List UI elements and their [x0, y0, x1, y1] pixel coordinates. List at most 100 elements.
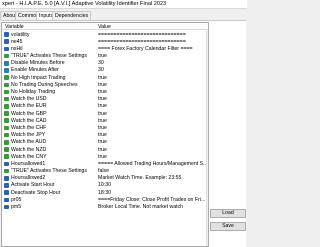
bool-type-icon — [4, 104, 9, 109]
variable-name: Enable Minutes After — [11, 67, 59, 74]
variable-value[interactable]: true — [98, 125, 206, 131]
scrollbar-thumb[interactable] — [207, 40, 208, 200]
number-type-icon — [4, 68, 9, 73]
variable-name: Activate Start Hour — [11, 182, 55, 189]
string-type-icon — [4, 197, 9, 203]
variable-value[interactable]: true — [98, 75, 206, 81]
load-button[interactable]: Load — [210, 209, 246, 218]
variable-name: Watch the USD — [11, 96, 47, 103]
table-row[interactable]: Disable Minutes Before 30 — [2, 60, 208, 67]
variable-name: Deactivate Stop Hour — [11, 189, 61, 196]
bool-type-icon — [4, 154, 9, 159]
variable-name: pm5 — [11, 204, 22, 210]
table-row[interactable]: No High Impact Trading true — [2, 74, 208, 81]
string-type-icon — [4, 161, 9, 167]
string-type-icon — [4, 175, 9, 181]
table-row[interactable]: Watch the NZD true — [2, 146, 208, 153]
bool-type-icon — [4, 96, 9, 102]
table-row[interactable]: Watch the CHF true — [2, 124, 208, 131]
variable-name: "TRUE" Activates These Settings — [11, 168, 87, 175]
variable-value[interactable]: ============================= — [98, 32, 206, 38]
title-bar: xpert - H.I.A.P.E. 5.0 [A.V.I.] Adaptive… — [0, 0, 247, 9]
string-type-icon — [4, 32, 9, 37]
table-row[interactable]: No Holiday Trading true — [2, 89, 208, 96]
variable-value[interactable]: ====Friday Close: Close Profit Trades on… — [98, 197, 206, 203]
variable-column-header[interactable]: Variable — [5, 24, 24, 30]
number-type-icon — [4, 60, 9, 66]
grid-rows: volatility ============================= n… — [2, 31, 208, 211]
table-row[interactable]: Watch the GBP true — [2, 110, 208, 117]
variable-value[interactable]: true — [98, 53, 206, 59]
variable-value[interactable]: true — [98, 139, 206, 145]
variable-value[interactable]: true — [98, 147, 206, 153]
variable-value[interactable]: true — [98, 132, 206, 138]
variable-value[interactable]: true — [98, 118, 206, 124]
variable-value[interactable]: 18:30 — [98, 190, 206, 196]
variable-name: volatility — [11, 31, 30, 38]
inputs-grid: Variable Value volatility ===============… — [1, 22, 209, 247]
string-type-icon — [4, 46, 9, 52]
bool-type-icon — [4, 75, 9, 80]
variable-value[interactable]: true — [98, 111, 206, 117]
variable-name: Watch the CAD — [11, 117, 47, 124]
table-row[interactable]: "TRUE" Activates These Settings false — [2, 168, 208, 175]
bool-type-icon — [4, 125, 9, 131]
table-row[interactable]: Watch the CAD true — [2, 117, 208, 124]
variable-value[interactable]: 30 — [98, 67, 206, 73]
variable-value[interactable]: ===== Allowed Trading Hours/Management S… — [98, 161, 206, 167]
variable-value[interactable]: 30 — [98, 60, 206, 66]
variable-name: Disable Minutes Before — [11, 60, 65, 67]
variable-value[interactable]: ============================= — [98, 39, 206, 45]
table-row[interactable]: volatility ============================= — [2, 31, 208, 38]
variable-name: Watch the CNY — [11, 153, 47, 160]
variable-value[interactable]: Market Watch Time. Example: 23:55 — [98, 175, 206, 181]
table-row[interactable]: pr05 ====Friday Close: Close Profit Trade… — [2, 196, 208, 203]
vertical-scrollbar[interactable] — [206, 30, 208, 246]
tab-dependencies[interactable]: Dependencies — [52, 11, 92, 20]
variable-value[interactable]: 10:30 — [98, 182, 206, 188]
bool-type-icon — [4, 168, 9, 174]
variable-name: pr05 — [11, 196, 22, 203]
window-title: xpert - H.I.A.P.E. 5.0 [A.V.I.] Adaptive… — [2, 1, 167, 7]
variable-name: ne45 — [11, 38, 23, 45]
table-row[interactable]: Activate Start Hour 10:30 — [2, 182, 208, 189]
table-row[interactable]: pm5 Broker Local Time. Not market watch — [2, 204, 208, 211]
bool-type-icon — [4, 53, 9, 59]
bool-type-icon — [4, 89, 9, 95]
table-row[interactable]: "TRUE" Activates These Settings true — [2, 53, 208, 60]
variable-name: Watch the EUR — [11, 103, 47, 110]
table-row[interactable]: Watch the USD true — [2, 96, 208, 103]
variable-name: No High Impact Trading — [11, 74, 66, 81]
table-row[interactable]: ne45 ============================= — [2, 38, 208, 45]
variable-value[interactable]: ==== Forex Factory Calendar Filter ==== — [98, 46, 206, 52]
variable-name: Watch the GBP — [11, 110, 47, 117]
variable-value[interactable]: true — [98, 96, 206, 102]
value-column-header[interactable]: Value — [98, 24, 111, 30]
table-row[interactable]: Watch the AUD true — [2, 139, 208, 146]
table-row[interactable]: Watch the CNY true — [2, 153, 208, 160]
table-row[interactable]: Watch the JPY true — [2, 132, 208, 139]
variable-value[interactable]: true — [98, 82, 206, 88]
table-row[interactable]: Hoursallowed2 Market Watch Time. Example:… — [2, 175, 208, 182]
variable-name: No Trading During Speeches — [11, 81, 78, 88]
table-row[interactable]: Deactivate Stop Hour 18:30 — [2, 189, 208, 196]
variable-name: Watch the NZD — [11, 146, 47, 153]
variable-name: Watch the CHF — [11, 124, 47, 131]
table-row[interactable]: nsHil ==== Forex Factory Calendar Filter … — [2, 45, 208, 52]
variable-name: Hoursallowed2 — [11, 175, 46, 182]
variable-name: Watch the JPY — [11, 132, 46, 139]
string-type-icon — [4, 39, 9, 44]
variable-value[interactable]: true — [98, 154, 206, 160]
table-row[interactable]: Watch the EUR true — [2, 103, 208, 110]
variable-name: Watch the AUD — [11, 139, 47, 146]
variable-value[interactable]: true — [98, 103, 206, 109]
bool-type-icon — [4, 132, 9, 138]
save-button[interactable]: Save — [210, 222, 246, 231]
variable-value[interactable]: false — [98, 168, 206, 174]
variable-value[interactable]: Broker Local Time. Not market watch — [98, 204, 206, 210]
table-row[interactable]: Hoursallowed1 ===== Allowed Trading Hours… — [2, 160, 208, 167]
table-row[interactable]: Enable Minutes After 30 — [2, 67, 208, 74]
table-row[interactable]: No Trading During Speeches true — [2, 81, 208, 88]
bool-type-icon — [4, 111, 9, 116]
variable-value[interactable]: true — [98, 89, 206, 95]
